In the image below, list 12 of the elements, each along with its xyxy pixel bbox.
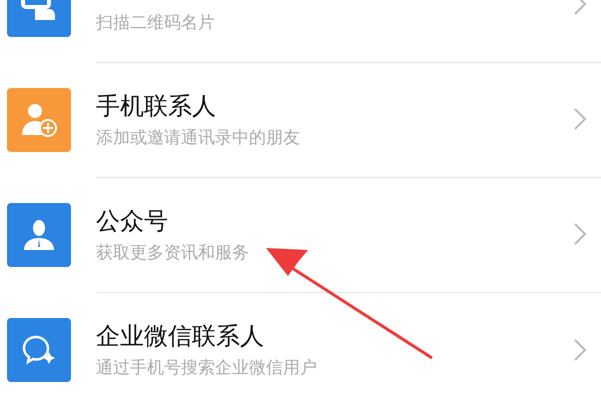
chat-bubble-icon <box>21 334 57 366</box>
chevron-icon <box>573 338 587 362</box>
chevron-icon <box>573 107 587 131</box>
menu-title[interactable]: 手机联系人 <box>96 90 573 122</box>
chevron-icon <box>573 222 587 246</box>
menu-subtitle: 扫描二维码名片 <box>96 12 216 34</box>
menu-title[interactable]: 企业微信联系人 <box>96 320 573 352</box>
person-icon <box>22 218 56 252</box>
menu-subtitle: 添加或邀请通讯录中的朋友 <box>96 126 301 148</box>
menu-subtitle: 获取更多资讯和服务 <box>96 242 250 264</box>
menu-subtitle: 通过手机号搜索企业微信用户 <box>96 357 318 379</box>
menu-title[interactable]: 公众号 <box>96 204 573 236</box>
